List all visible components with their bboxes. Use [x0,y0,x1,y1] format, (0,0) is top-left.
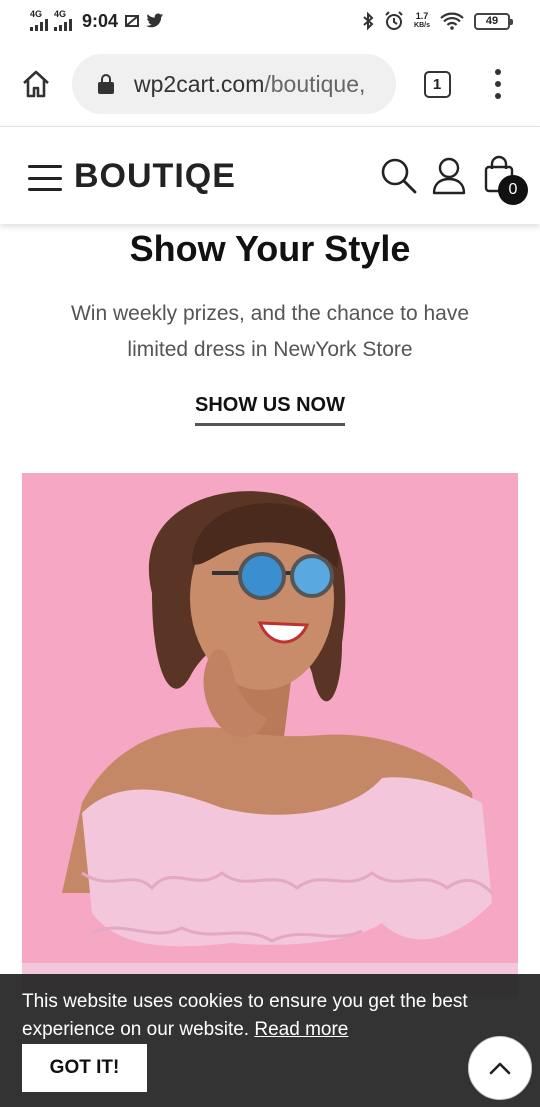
battery-indicator: 49 [474,12,513,30]
status-bar: 4G 4G 9:04 1.7 KB/s 49 [0,0,540,42]
site-logo[interactable]: BOUTIQE [74,157,236,196]
screenshot-icon [125,15,140,27]
clock: 9:04 [82,10,119,31]
cart-count-badge: 0 [498,175,528,205]
cta-container: SHOW US NOW [0,394,540,426]
network-type-1: 4G [30,8,43,19]
tab-count: 1 [432,75,442,93]
battery-level: 49 [485,15,499,27]
url-text: wp2cart.com/boutique, [134,71,365,98]
hero-image [22,473,518,998]
signal-2: 4G [54,8,72,33]
site-header: BOUTIQE 0 [0,126,540,224]
tab-switcher-button[interactable]: 1 [396,42,478,126]
hero-title: Show Your Style [129,228,411,269]
cookie-message-container: This website uses cookies to ensure you … [22,988,512,1044]
twitter-icon [146,13,164,28]
network-type-2: 4G [54,8,67,19]
speed-value: 1.7 [415,11,429,21]
browser-menu-button[interactable] [478,42,518,126]
alarm-icon [385,11,403,30]
speed-unit: KB/s [414,22,430,29]
user-icon[interactable] [432,157,466,195]
scroll-to-top-button[interactable] [468,1036,532,1100]
tab-switcher-icon: 1 [423,70,451,98]
signal-1: 4G [30,8,48,33]
url-path: /boutique, [264,70,366,97]
cart-count: 0 [508,181,518,198]
show-us-now-link[interactable]: SHOW US NOW [195,394,345,426]
network-speed: 1.7 KB/s [414,12,430,30]
read-more-link[interactable]: Read more [254,1019,348,1040]
hamburger-menu-button[interactable] [28,165,62,191]
status-right: 1.7 KB/s 49 [362,11,513,31]
address-bar[interactable]: wp2cart.com/boutique, [72,54,396,114]
url-domain: wp2cart.com [134,70,265,97]
home-icon [23,70,49,98]
lock-icon [98,74,114,94]
signal-bars-icon [30,18,48,31]
model-photo [22,473,518,998]
status-left: 4G 4G 9:04 [30,8,164,33]
kebab-menu-icon [495,69,501,75]
browser-toolbar: wp2cart.com/boutique, 1 [0,42,540,126]
wifi-icon [440,12,464,30]
cookie-consent-bar: This website uses cookies to ensure you … [0,974,540,1107]
search-icon[interactable] [380,157,418,195]
bluetooth-icon [363,12,374,30]
chevron-up-icon [489,1062,511,1075]
hero-subtitle: Win weekly prizes, and the chance to hav… [70,302,470,361]
cookie-message: This website uses cookies to ensure you … [22,991,468,1040]
got-it-button[interactable]: GOT IT! [22,1044,147,1092]
signal-bars-icon [54,18,72,31]
home-button[interactable] [0,42,72,126]
